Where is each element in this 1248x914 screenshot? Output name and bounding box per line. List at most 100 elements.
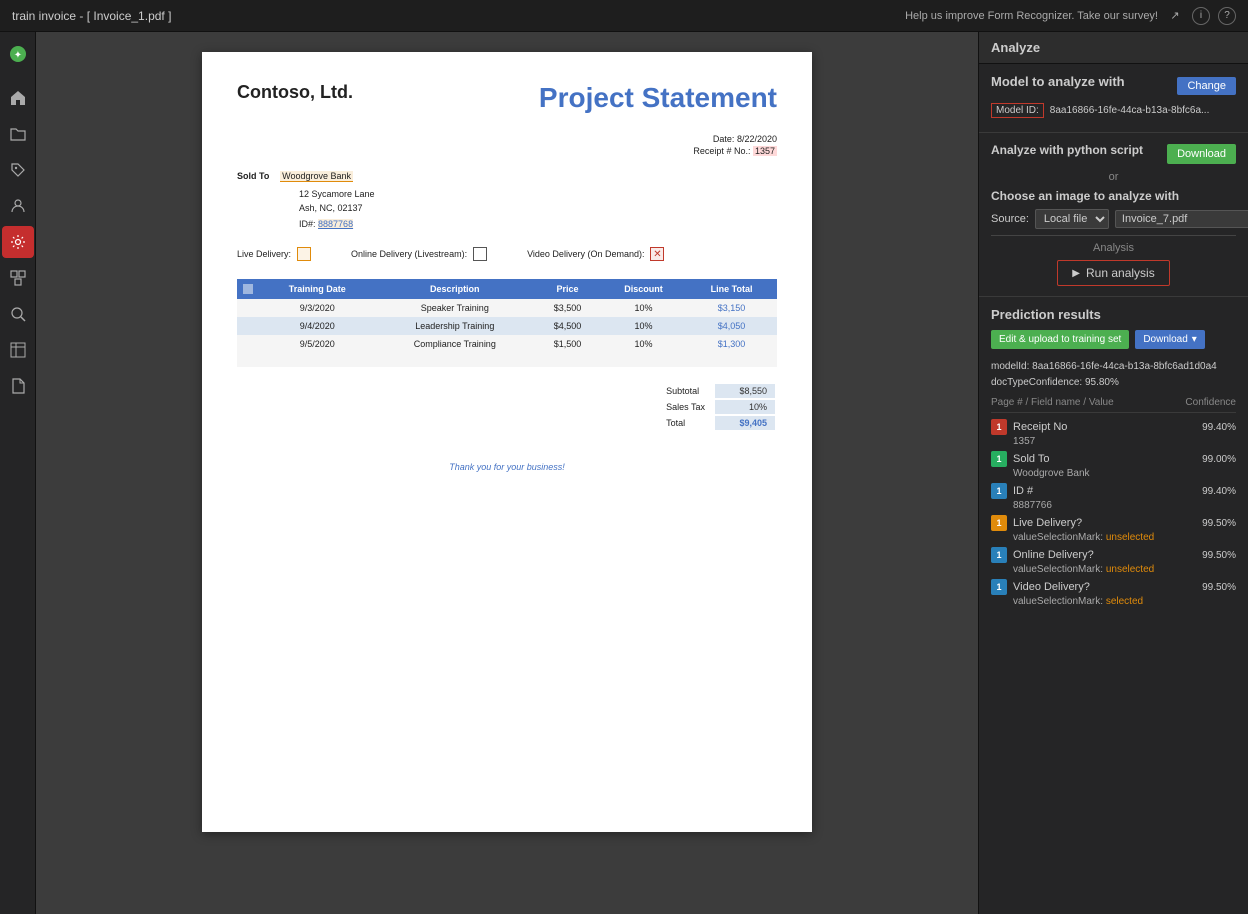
sidebar-item-table[interactable] <box>2 334 34 366</box>
top-bar: train invoice - [ Invoice_1.pdf ] Help u… <box>0 0 1248 32</box>
result-video-delivery: 1 Video Delivery? 99.50% valueSelectionM… <box>991 579 1236 607</box>
app-title: train invoice - [ Invoice_1.pdf ] <box>12 9 171 23</box>
survey-text: Help us improve Form Recognizer. Take ou… <box>905 10 1158 22</box>
table-header-total: Line Total <box>686 279 777 299</box>
invoice-table: Training Date Description Price Discount… <box>237 279 777 367</box>
result-badge-id: 1 <box>991 483 1007 499</box>
result-online-delivery: 1 Online Delivery? 99.50% valueSelection… <box>991 547 1236 575</box>
sales-tax-row: Sales Tax 10% <box>658 400 775 414</box>
result-field-receipt: Receipt No <box>1013 421 1196 433</box>
result-badge-online: 1 <box>991 547 1007 563</box>
download-dropdown-button[interactable]: Download ▾ <box>1135 330 1205 349</box>
prediction-actions: Edit & upload to training set Download ▾ <box>991 330 1236 349</box>
results-header: Page # / Field name / Value Confidence <box>991 397 1236 413</box>
edit-training-button[interactable]: Edit & upload to training set <box>991 330 1129 349</box>
model-info: modelId: 8aa16866-16fe-44ca-b13a-8bfc6ad… <box>991 359 1236 391</box>
content-area: Contoso, Ltd. Project Statement Date: 8/… <box>36 32 1248 914</box>
result-live-delivery: 1 Live Delivery? 99.50% valueSelectionMa… <box>991 515 1236 543</box>
sidebar-item-home[interactable] <box>2 82 34 114</box>
table-header-price: Price <box>534 279 601 299</box>
play-icon: ▶ <box>1072 268 1080 279</box>
result-value-soldto: Woodgrove Bank <box>991 468 1236 479</box>
or-divider: or <box>991 171 1236 183</box>
chevron-down-icon: ▾ <box>1192 334 1197 345</box>
result-conf-online: 99.50% <box>1202 550 1236 561</box>
model-id-row: Model ID: 8aa16866-16fe-44ca-b13a-8bfc6a… <box>991 103 1236 118</box>
choose-title: Choose an image to analyze with <box>991 189 1179 203</box>
checkbox-video: Video Delivery (On Demand): ✕ <box>527 247 664 261</box>
result-field-id: ID # <box>1013 485 1196 497</box>
source-label: Source: <box>991 213 1029 225</box>
table-header-discount: Discount <box>601 279 686 299</box>
sidebar-item-model-compose[interactable] <box>2 262 34 294</box>
prediction-section: Prediction results Edit & upload to trai… <box>979 297 1248 621</box>
table-row: 9/5/2020 Compliance Training $1,500 10% … <box>237 335 777 353</box>
id-block: ID#: 8887768 <box>299 219 777 229</box>
online-delivery-label: Online Delivery (Livestream): <box>351 249 467 259</box>
result-field-online: Online Delivery? <box>1013 549 1196 561</box>
totals-section: Subtotal $8,550 Sales Tax 10% Total $9,4… <box>237 382 777 432</box>
sidebar-item-person[interactable] <box>2 190 34 222</box>
table-row: 9/4/2020 Leadership Training $4,500 10% … <box>237 317 777 335</box>
download-python-button[interactable]: Download <box>1167 144 1236 164</box>
receipt-line: Receipt # No.: 1357 <box>237 146 777 156</box>
result-value-live: valueSelectionMark: unselected <box>991 532 1236 543</box>
live-delivery-checkbox <box>297 247 311 261</box>
checkboxes-row: Live Delivery: Online Delivery (Livestre… <box>237 247 777 261</box>
address-block: 12 Sycamore Lane Ash, NC, 02137 <box>299 188 777 215</box>
external-link-icon[interactable]: ↗ <box>1166 7 1184 25</box>
analysis-label: Analysis <box>991 235 1236 254</box>
checkbox-live: Live Delivery: <box>237 247 311 261</box>
date-line: Date: 8/22/2020 <box>237 134 777 144</box>
result-badge-receipt: 1 <box>991 419 1007 435</box>
top-bar-right: Help us improve Form Recognizer. Take ou… <box>905 7 1236 25</box>
panel-title: Analyze <box>979 32 1248 64</box>
sidebar-item-document[interactable] <box>2 370 34 402</box>
document-title: Project Statement <box>539 82 777 114</box>
result-badge-live: 1 <box>991 515 1007 531</box>
result-conf-id: 99.40% <box>1202 486 1236 497</box>
invoice-document: Contoso, Ltd. Project Statement Date: 8/… <box>202 52 812 832</box>
model-section: Model to analyze with Change Model ID: 8… <box>979 64 1248 133</box>
model-section-title: Model to analyze with <box>991 74 1125 89</box>
result-conf-live: 99.50% <box>1202 518 1236 529</box>
sidebar-item-settings[interactable] <box>2 226 34 258</box>
source-dropdown[interactable]: Local file <box>1035 209 1109 229</box>
result-receipt-no: 1 Receipt No 99.40% 1357 <box>991 419 1236 447</box>
python-section: Analyze with python script Download or C… <box>979 133 1248 297</box>
video-delivery-label: Video Delivery (On Demand): <box>527 249 644 259</box>
source-file-input[interactable] <box>1115 210 1248 228</box>
result-field-live: Live Delivery? <box>1013 517 1196 529</box>
sold-to-value: Woodgrove Bank <box>280 171 353 182</box>
table-header-date: Training Date <box>259 279 375 299</box>
live-delivery-label: Live Delivery: <box>237 249 291 259</box>
table-header-desc: Description <box>375 279 534 299</box>
table-row-empty <box>237 353 777 367</box>
result-conf-receipt: 99.40% <box>1202 422 1236 433</box>
subtotal-row: Subtotal $8,550 <box>658 384 775 398</box>
source-row: Source: Local file <box>991 209 1236 229</box>
help-icon[interactable]: ? <box>1218 7 1236 25</box>
change-button[interactable]: Change <box>1177 77 1236 95</box>
info-icon[interactable]: i <box>1192 7 1210 25</box>
sidebar-item-folder[interactable] <box>2 118 34 150</box>
sidebar-item-tag[interactable] <box>2 154 34 186</box>
document-viewer[interactable]: Contoso, Ltd. Project Statement Date: 8/… <box>36 32 978 914</box>
totals-table: Subtotal $8,550 Sales Tax 10% Total $9,4… <box>656 382 777 432</box>
result-id: 1 ID # 99.40% 8887766 <box>991 483 1236 511</box>
svg-text:✦: ✦ <box>13 50 21 61</box>
receipt-value-highlight: 1357 <box>753 146 777 156</box>
result-value-id: 8887766 <box>991 500 1236 511</box>
result-value-receipt: 1357 <box>991 436 1236 447</box>
invoice-header: Contoso, Ltd. Project Statement <box>237 82 777 114</box>
result-value-video: valueSelectionMark: selected <box>991 596 1236 607</box>
result-badge-video: 1 <box>991 579 1007 595</box>
prediction-title: Prediction results <box>991 307 1236 322</box>
run-analysis-button[interactable]: ▶ Run analysis <box>1057 260 1169 286</box>
table-row: 9/3/2020 Speaker Training $3,500 10% $3,… <box>237 299 777 317</box>
result-conf-soldto: 99.00% <box>1202 454 1236 465</box>
main-layout: ✦ <box>0 32 1248 914</box>
sold-to-row: Sold To Woodgrove Bank <box>237 171 777 182</box>
result-badge-soldto: 1 <box>991 451 1007 467</box>
sidebar-item-analyze[interactable] <box>2 298 34 330</box>
